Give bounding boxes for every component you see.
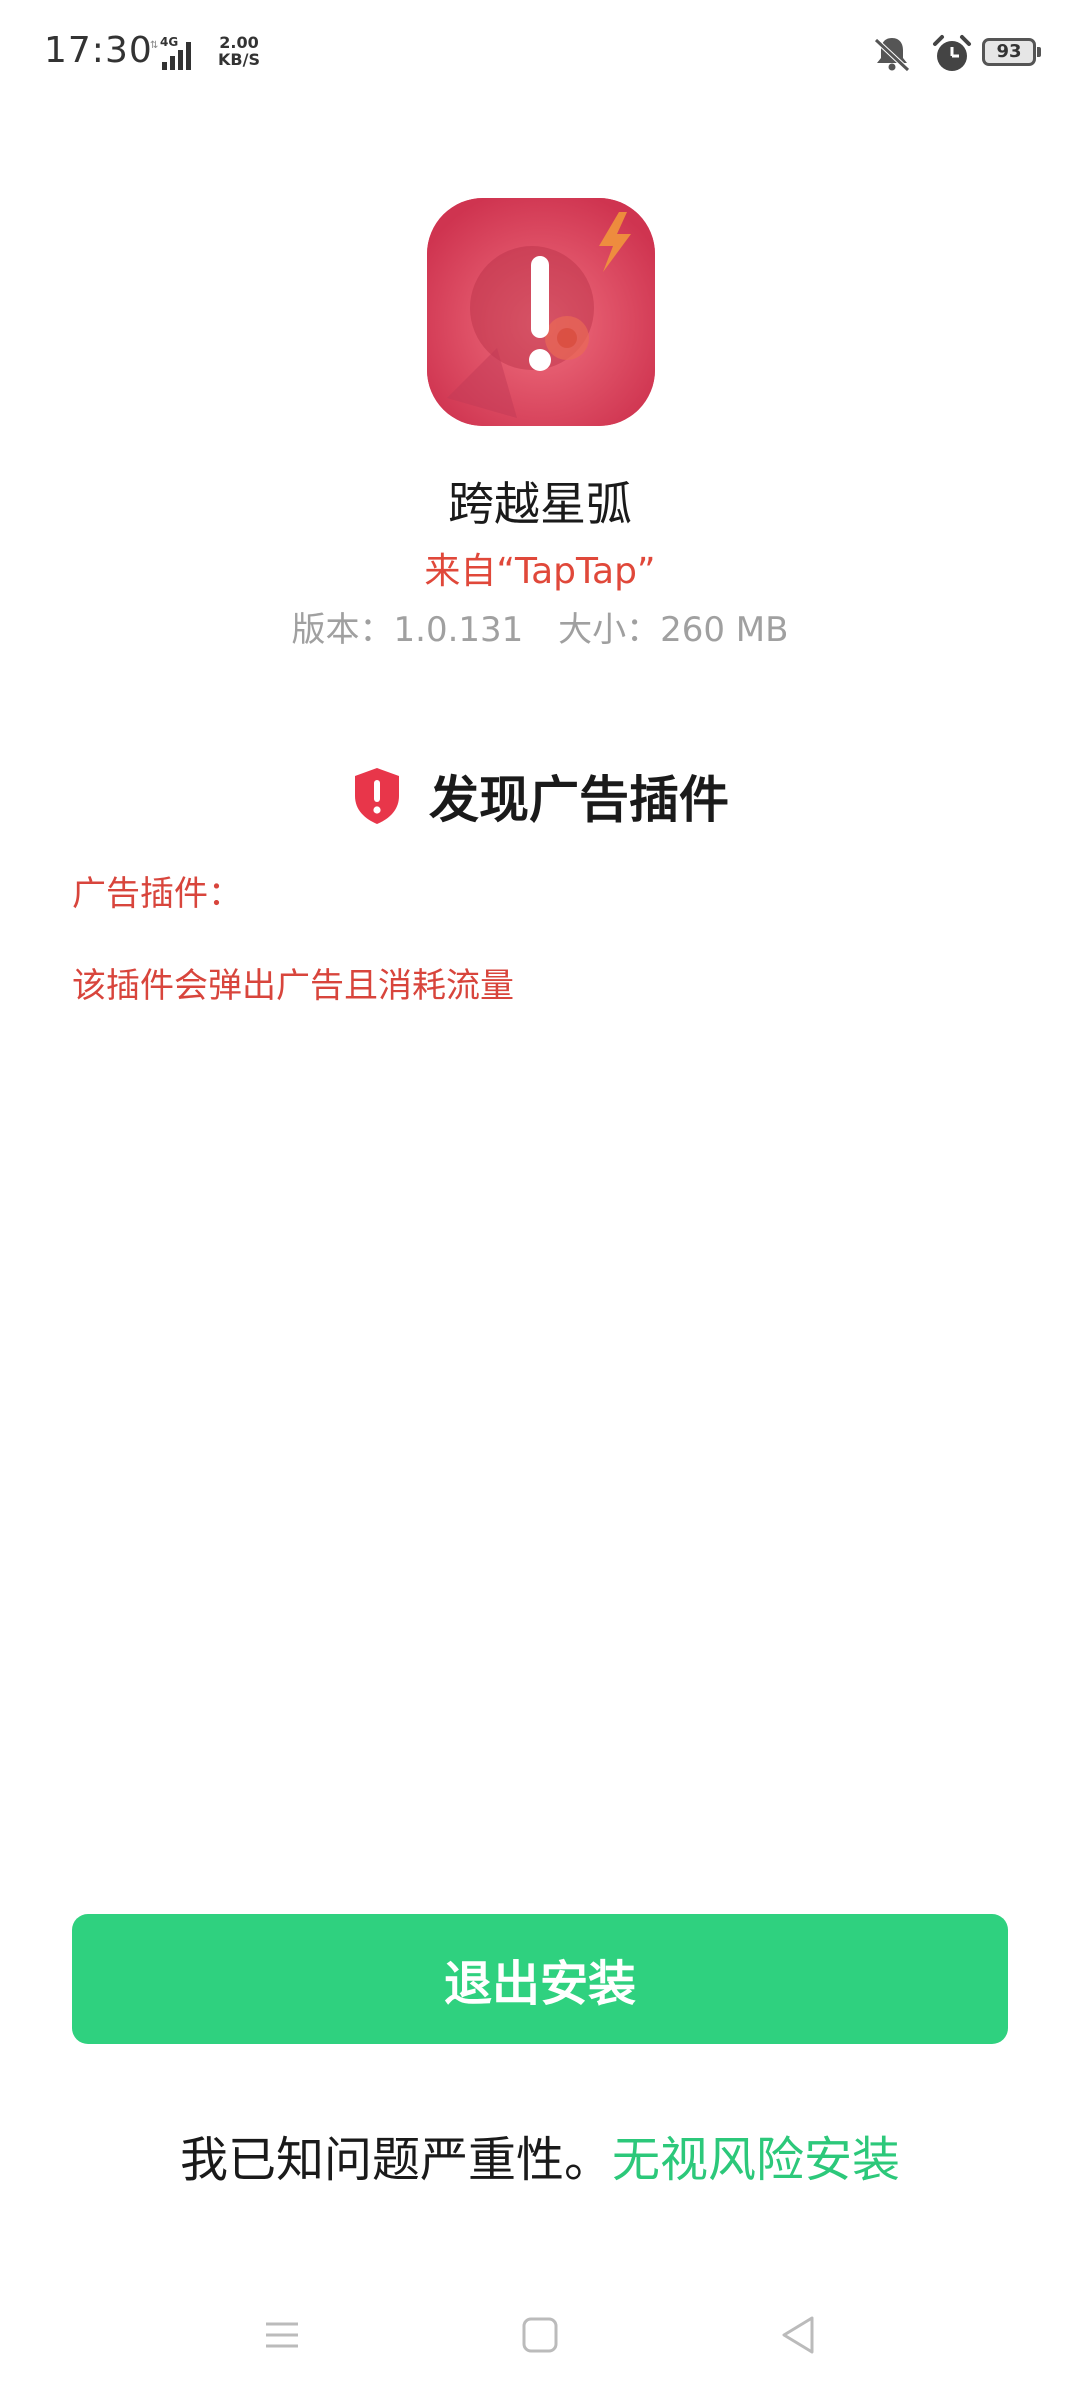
exit-install-button[interactable]: 退出安装 — [72, 1914, 1008, 2044]
svg-text:4G: 4G — [160, 35, 178, 49]
plugin-label: 广告插件： — [72, 874, 242, 914]
app-warning-icon — [427, 198, 655, 426]
app-source: 来自“TapTap” — [424, 551, 656, 592]
battery-level: 93 — [996, 41, 1022, 62]
menu-icon[interactable] — [252, 2310, 312, 2360]
battery-icon: 93 — [982, 38, 1041, 66]
svg-text:⇅: ⇅ — [150, 40, 158, 51]
status-bar: 17:30 4G ⇅ 2.00 KB/S 93 — [0, 0, 1080, 110]
system-nav-bar — [0, 2290, 1080, 2380]
app-meta: 版本：1.0.131 大小：260 MB — [0, 602, 1080, 651]
install-warning-screen: 17:30 4G ⇅ 2.00 KB/S 93 跨越星弧 来自“TapTap” … — [0, 0, 1080, 2400]
home-icon[interactable] — [510, 2310, 570, 2360]
warning-title: 发现广告插件 — [429, 771, 729, 829]
acknowledge-text: 我已知问题严重性。 — [179, 2132, 612, 2188]
silent-icon — [870, 32, 914, 76]
network-speed: 2.00 KB/S — [218, 33, 260, 69]
shield-alert-icon — [351, 766, 403, 826]
warning-header: 发现广告插件 — [0, 760, 1080, 832]
app-size: 大小：260 MB — [558, 610, 789, 650]
app-version: 版本：1.0.131 — [291, 610, 524, 650]
risk-acknowledge-row: 我已知问题严重性。无视风险安装 — [0, 2120, 1080, 2190]
ignore-risk-install-link[interactable]: 无视风险安装 — [612, 2132, 900, 2188]
plugin-description: 该插件会弹出广告且消耗流量 — [72, 966, 514, 1006]
app-name: 跨越星弧 — [448, 477, 632, 531]
back-icon[interactable] — [768, 2310, 828, 2360]
status-time: 17:30 — [44, 30, 153, 71]
alarm-icon — [930, 32, 974, 76]
